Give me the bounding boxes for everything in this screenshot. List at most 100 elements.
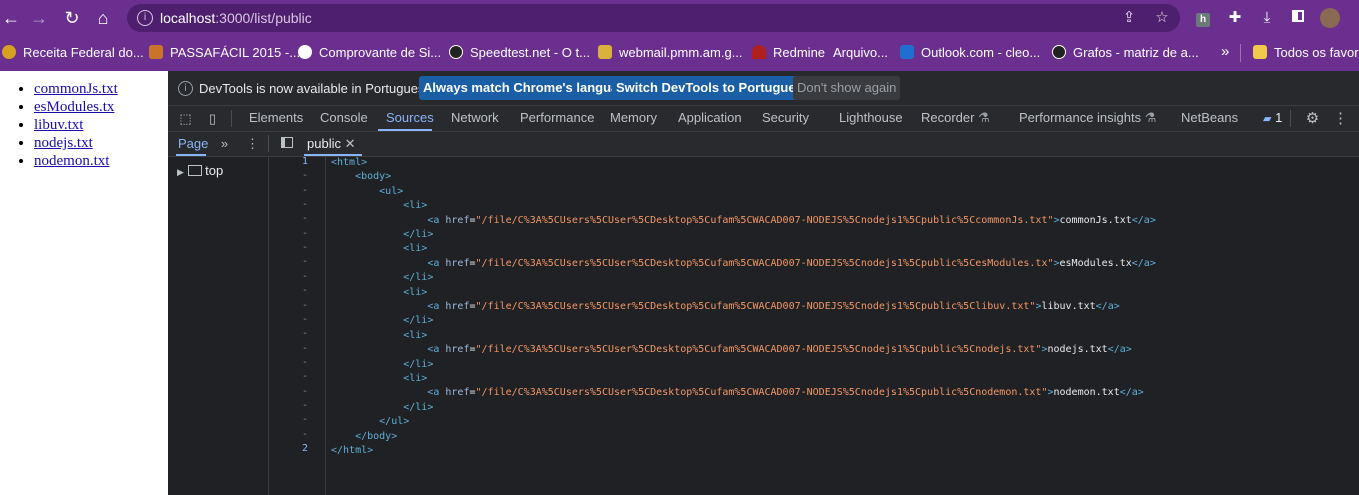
navigator-menu-icon[interactable]: ⋮ [244,135,261,152]
line-number[interactable]: - [302,213,308,224]
code-line: <li> [331,330,428,341]
more-options-icon[interactable]: ⋮ [1332,110,1349,127]
more-bookmarks-chevron-icon[interactable]: » [1221,43,1229,60]
link-text: nodemon.txt [1053,387,1120,398]
bookmark-item[interactable]: Arquivo... [833,45,888,61]
code-line: </body> [331,431,398,442]
device-toolbar-icon[interactable]: ▯ [204,110,221,127]
line-number[interactable]: - [302,285,308,296]
code-line: </ul> [331,416,410,427]
line-number[interactable]: - [302,185,308,196]
download-icon[interactable]: ⤓ [1257,8,1277,28]
back-arrow-icon[interactable]: ← [0,7,22,29]
tree-item-top[interactable]: ▶ top [177,163,223,178]
line-number[interactable]: - [302,271,308,282]
bookmark-item[interactable]: Grafos - matriz de a... [1052,45,1199,61]
tab-network[interactable]: Network [451,110,499,125]
bookmark-item[interactable]: Outlook.com - cleo... [900,45,1040,61]
expand-arrow-icon[interactable]: ▶ [177,167,184,177]
bookmark-item[interactable]: PASSAFÁCIL 2015 -... [149,45,300,61]
bookmark-item[interactable]: webmail.pmm.am.g... [598,45,743,61]
issues-count: 1 [1275,110,1283,125]
line-number[interactable]: - [302,199,308,210]
tab-lighthouse[interactable]: Lighthouse [839,110,903,125]
line-number[interactable]: - [302,300,308,311]
tab-performance-insights[interactable]: Performance insights ⚗ [1019,110,1156,126]
extension-h-icon[interactable]: h [1193,8,1213,28]
line-number[interactable]: - [302,170,308,181]
inspect-element-icon[interactable]: ⬚ [177,110,194,127]
tab-security[interactable]: Security [762,110,809,125]
more-tabs-chevron-icon[interactable]: » [216,135,233,152]
site-info-icon[interactable]: i [137,10,153,26]
home-icon[interactable]: ⌂ [92,7,114,29]
tab-application[interactable]: Application [678,110,742,125]
settings-gear-icon[interactable]: ⚙ [1304,110,1321,127]
line-number[interactable]: - [302,414,308,425]
bookmark-star-icon[interactable]: ☆ [1153,9,1171,27]
editor-file-tab[interactable]: public ✕ [307,136,356,152]
list-item: esModules.tx [34,98,168,116]
toolbar-divider [231,110,232,127]
tab-netbeans[interactable]: NetBeans [1181,110,1238,125]
line-number[interactable]: - [302,228,308,239]
share-icon[interactable]: ⇪ [1120,9,1138,27]
side-panel-icon[interactable] [1288,8,1308,28]
bookmarks-divider [1240,44,1241,62]
extensions-puzzle-icon[interactable]: ✚ [1225,8,1245,28]
sources-subtoolbar: Page » ⋮ public ✕ [168,132,1359,157]
line-number[interactable]: - [302,429,308,440]
line-number[interactable]: - [302,386,308,397]
code-line: </li> [331,315,434,326]
file-link[interactable]: libuv.txt [34,117,83,133]
profile-avatar[interactable] [1320,8,1340,28]
navigator-tab-page[interactable]: Page [178,136,208,151]
tab-memory[interactable]: Memory [610,110,657,125]
all-bookmarks-folder[interactable]: Todos os favorit [1253,45,1359,61]
globe-icon [298,45,312,59]
always-match-language-button[interactable]: Always match Chrome's language [419,76,638,100]
bookmark-item[interactable]: Speedtest.net - O t... [449,45,590,61]
bookmark-item[interactable]: Receita Federal do... [2,45,144,61]
bookmark-item[interactable]: Comprovante de Si... [298,45,441,61]
code-line: </li> [331,359,434,370]
line-number[interactable]: - [302,371,308,382]
link-text: libuv.txt [1041,301,1096,312]
close-icon[interactable]: ✕ [345,136,356,151]
forward-arrow-icon[interactable]: → [28,7,50,29]
line-number[interactable]: - [302,256,308,267]
tab-sources[interactable]: Sources [386,110,434,125]
url-text[interactable]: localhost:3000/list/public [160,10,312,26]
code-editor[interactable]: <html> <body> <ul> <li> <a href="/file/C… [331,157,1359,495]
line-number[interactable]: - [302,242,308,253]
line-number[interactable]: - [302,314,308,325]
issues-counter[interactable]: ▰ 1 [1263,110,1282,125]
file-link[interactable]: nodemon.txt [34,153,109,169]
tab-elements[interactable]: Elements [249,110,303,125]
line-number[interactable]: - [302,400,308,411]
line-number[interactable]: - [302,328,308,339]
bookmark-label: Arquivo... [833,45,888,60]
switch-to-portuguese-button[interactable]: Switch DevTools to Portuguese [612,76,815,100]
reload-icon[interactable]: ↻ [61,7,83,29]
address-bar[interactable]: i localhost:3000/list/public ⇪ ☆ [127,4,1180,32]
line-number[interactable]: 2 [302,443,308,454]
editor-tab-indicator [304,154,362,156]
toggle-navigator-icon[interactable] [278,135,295,152]
list-item: commonJs.txt [34,80,168,98]
file-link[interactable]: nodejs.txt [34,135,93,151]
tab-console[interactable]: Console [320,110,368,125]
file-link[interactable]: commonJs.txt [34,81,118,97]
bookmark-label: PASSAFÁCIL 2015 -... [170,45,301,60]
tab-performance[interactable]: Performance [520,110,594,125]
line-number[interactable]: 1 [302,156,308,167]
code-line: </li> [331,272,434,283]
bookmark-item[interactable]: Redmine [752,45,825,61]
line-number[interactable]: - [302,357,308,368]
file-link[interactable]: esModules.tx [34,99,114,115]
devtools-panel: i DevTools is now available in Portugues… [168,71,1359,495]
dont-show-again-button[interactable]: Don't show again [793,76,901,100]
line-number[interactable]: - [302,343,308,354]
tab-recorder[interactable]: Recorder ⚗ [921,110,990,126]
flask-icon: ⚗ [1144,110,1157,125]
